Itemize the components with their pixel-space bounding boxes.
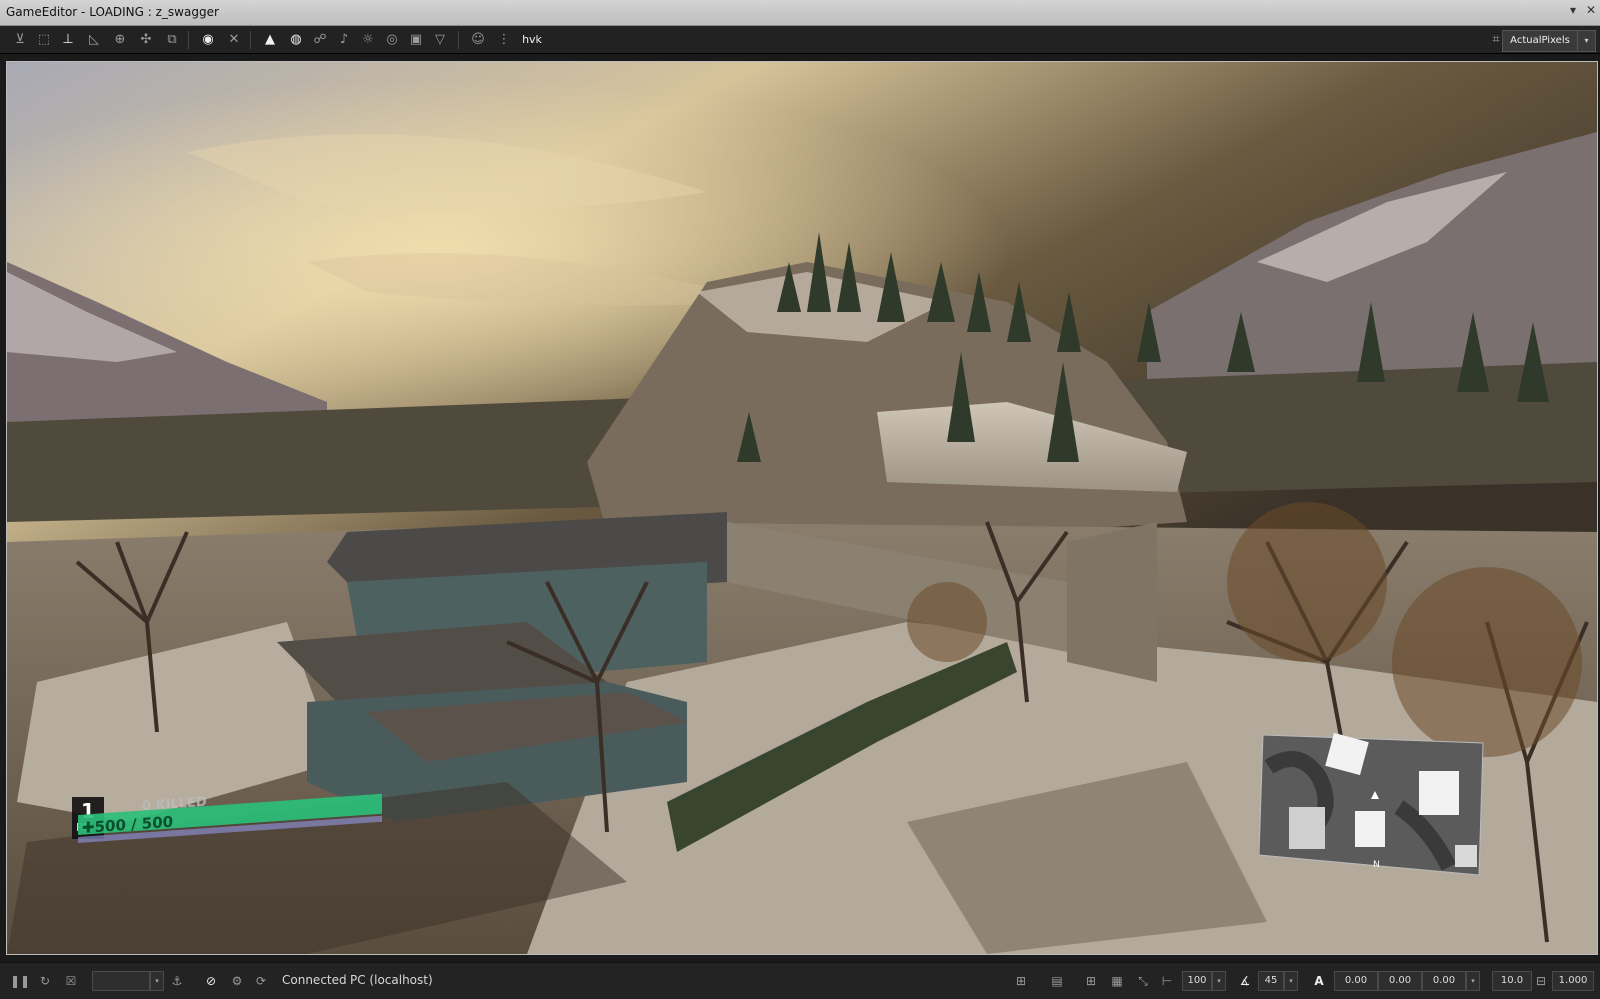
vertex-snap-icon[interactable]: ⊻	[10, 30, 30, 50]
font-icon[interactable]: A	[1310, 972, 1328, 990]
tree-icon[interactable]: ▲	[260, 30, 280, 50]
connection-target: PC (localhost)	[350, 973, 433, 987]
ball-icon[interactable]: ◎	[382, 30, 402, 50]
minimap: N	[1259, 727, 1487, 877]
refresh-icon[interactable]: ↻	[36, 972, 54, 990]
resolution-select[interactable]: ActualPixels	[1502, 30, 1578, 52]
move-icon[interactable]: ✣	[136, 30, 156, 50]
dropdown-icon[interactable]: ▾	[1570, 3, 1576, 17]
settings-icon[interactable]: ⚙	[228, 972, 246, 990]
coord-y-input[interactable]: 0.00	[1378, 971, 1422, 991]
coord-x-input[interactable]: 0.00	[1334, 971, 1378, 991]
select-icon[interactable]: ⬚	[34, 30, 54, 50]
connection-status: Connected	[282, 973, 347, 987]
v-icon[interactable]: ▽	[430, 30, 450, 50]
grid-toggle-icon[interactable]: ⊞	[1082, 972, 1100, 990]
sound-icon[interactable]: ♪	[334, 30, 354, 50]
layer-icon[interactable]: ▤	[1048, 972, 1066, 990]
minimap-render	[1259, 732, 1484, 876]
grid-size-select[interactable]: 100	[1182, 971, 1212, 991]
person-icon[interactable]: ☺	[468, 30, 488, 50]
cloud-icon[interactable]: ◍	[286, 30, 306, 50]
angle-select[interactable]: 45	[1258, 971, 1284, 991]
toolbar: ⊻ ⬚ ⊥ ◺ ⊕ ✣ ⧉ ◉ ✕ ▲ ◍ ☍ ♪ ☼ ◎ ▣ ▽ ☺ ⋮ hv…	[0, 26, 1600, 54]
wrench-icon[interactable]: ✕	[224, 30, 244, 50]
resolution-dropdown-button[interactable]: ▾	[1577, 30, 1596, 52]
eye-icon[interactable]: ◉	[198, 30, 218, 50]
camera-speed-input[interactable]: 10.0	[1492, 971, 1532, 991]
coord-dropdown[interactable]: ▾	[1466, 971, 1480, 991]
character-icon[interactable]: ☍	[310, 30, 330, 50]
align-icon[interactable]: ⊢	[1158, 972, 1176, 990]
box-icon[interactable]: ▣	[406, 30, 426, 50]
snap-point-icon[interactable]: ⤡	[1134, 972, 1152, 990]
scale-input[interactable]: 1.000	[1552, 971, 1594, 991]
angle-snap-icon[interactable]: ∡	[1236, 972, 1254, 990]
reconnect-icon[interactable]: ⟳	[252, 972, 270, 990]
grid-icon[interactable]: ⋮	[494, 30, 514, 50]
status-bar: ❚❚ ↻ ☒ ▾ ⚓ ⊘ ⚙ ⟳ Connected PC (localhost…	[0, 962, 1600, 999]
no-entry-icon[interactable]: ⊘	[202, 972, 220, 990]
minimap-north-label: N	[1373, 860, 1380, 870]
health-plus-icon: ✚	[82, 818, 95, 837]
snap-icon[interactable]: ⊞	[1012, 972, 1030, 990]
lock-icon[interactable]: ⊟	[1532, 972, 1550, 990]
speed-dropdown-button[interactable]: ▾	[150, 971, 164, 991]
anchor-icon[interactable]: ⚓	[168, 972, 186, 990]
game-viewport[interactable]: 1 PP 0 KILLED ✚500 / 500 N	[7, 62, 1597, 954]
window-title: GameEditor - LOADING : z_swagger	[6, 5, 219, 19]
speed-input[interactable]	[92, 971, 150, 991]
grid-size-dropdown[interactable]: ▾	[1212, 971, 1226, 991]
close-icon[interactable]: ✕	[1586, 3, 1596, 17]
stop-icon[interactable]: ☒	[62, 972, 80, 990]
scale-icon[interactable]: ⧉	[162, 30, 182, 50]
pivot-icon[interactable]: ⊕	[110, 30, 130, 50]
light-icon[interactable]: ☼	[358, 30, 378, 50]
coord-z-input[interactable]: 0.00	[1422, 971, 1466, 991]
pause-icon[interactable]: ❚❚	[10, 972, 30, 990]
title-bar: GameEditor - LOADING : z_swagger ▾ ✕	[0, 0, 1600, 26]
angle-icon[interactable]: ◺	[84, 30, 104, 50]
angle-dropdown[interactable]: ▾	[1284, 971, 1298, 991]
hvk-icon[interactable]: hvk	[522, 30, 542, 50]
player-hud: 1 PP 0 KILLED ✚500 / 500	[72, 793, 392, 869]
grid-settings-icon[interactable]: ▦	[1108, 972, 1126, 990]
axis-icon[interactable]: ⊥	[58, 30, 78, 50]
